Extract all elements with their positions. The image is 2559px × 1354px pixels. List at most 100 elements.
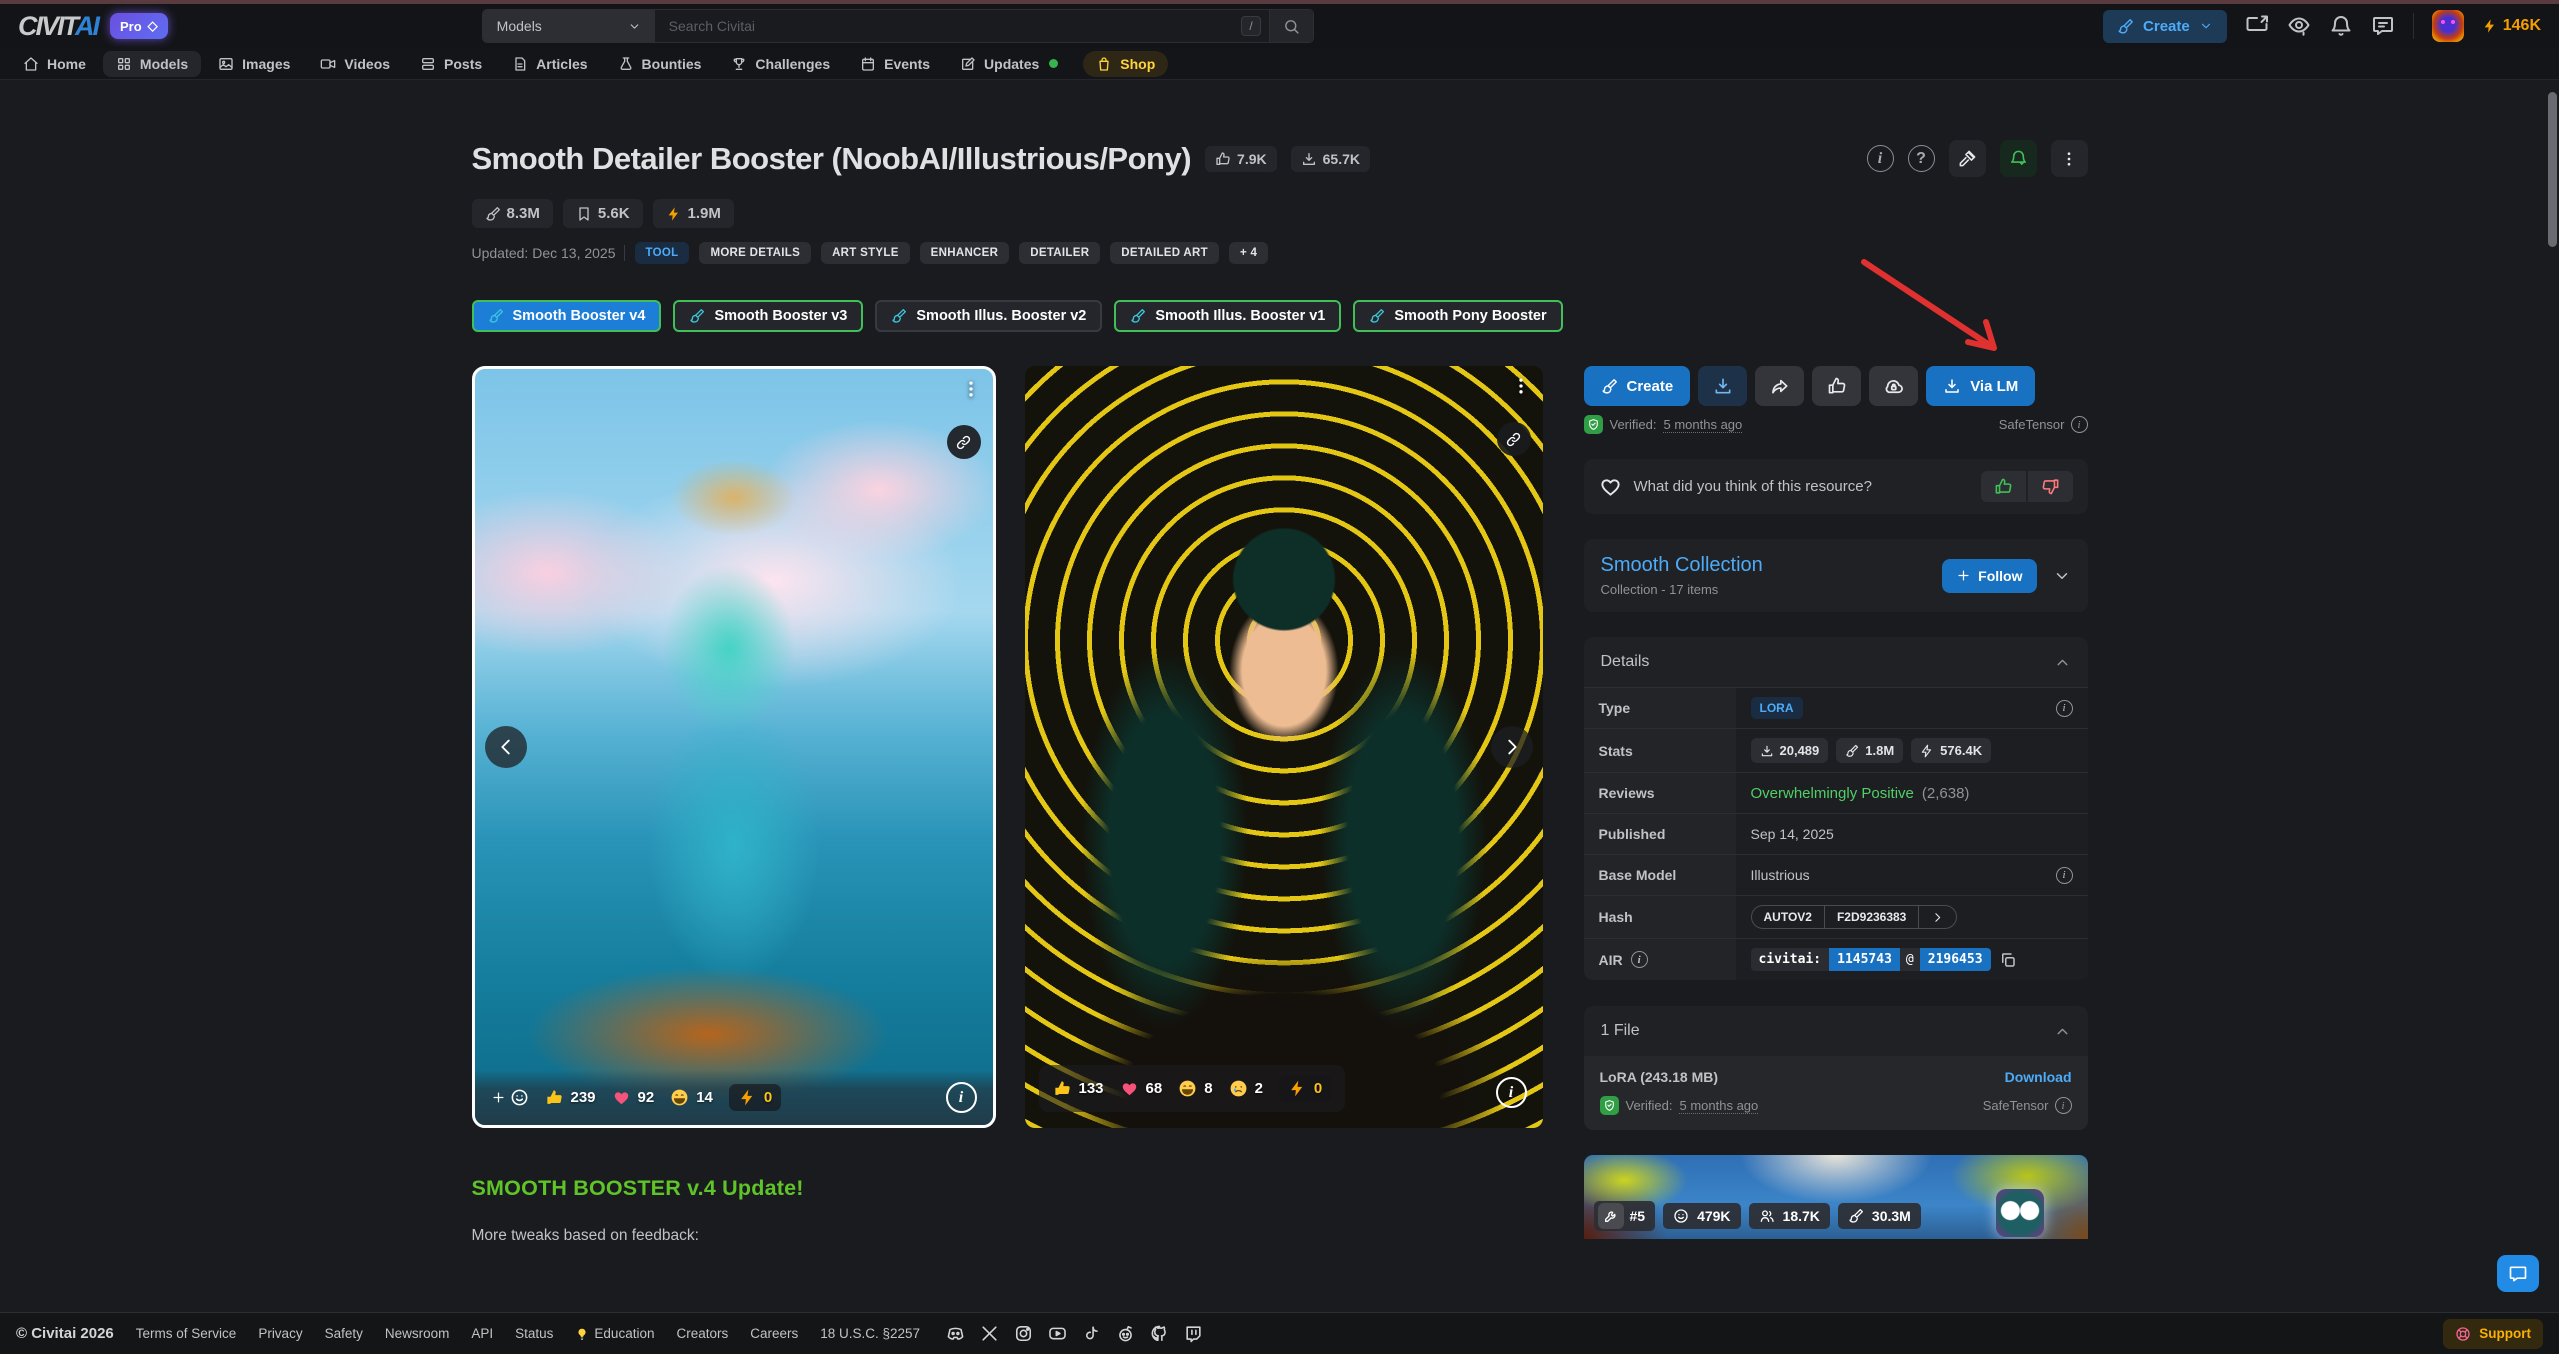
downloads-badge[interactable]: 65.7K [1291, 146, 1370, 172]
tag[interactable]: DETAILER [1019, 242, 1100, 264]
verified-time[interactable]: 5 months ago [1663, 417, 1742, 433]
base-model-info-icon[interactable]: i [2056, 867, 2073, 884]
reviews-link[interactable]: Overwhelmingly Positive [1751, 785, 1914, 802]
footer-link-2257[interactable]: 18 U.S.C. §2257 [820, 1326, 920, 1341]
version-button-pony[interactable]: Smooth Pony Booster [1353, 300, 1562, 332]
air-model-id[interactable]: 1145743 [1829, 948, 1900, 971]
nav-item-challenges[interactable]: Challenges [718, 51, 843, 77]
details-header[interactable]: Details [1584, 637, 2088, 687]
copy-air-button[interactable] [1999, 951, 2017, 969]
moderation-gavel-button[interactable] [1949, 140, 1986, 177]
gallery-prev-button[interactable] [485, 726, 527, 768]
chat-fab-button[interactable] [2497, 1255, 2539, 1292]
via-lm-button[interactable]: Via LM [1926, 366, 2035, 406]
discord-icon[interactable] [946, 1324, 965, 1343]
creator-avatar[interactable] [1996, 1189, 2044, 1237]
github-icon[interactable] [1150, 1324, 1169, 1343]
reaction-zap[interactable]: 0 [1279, 1075, 1331, 1102]
hash-expand-button[interactable] [1918, 906, 1956, 928]
tiktok-icon[interactable] [1082, 1324, 1101, 1343]
info-button[interactable]: i [1867, 145, 1894, 172]
like-button[interactable] [1812, 366, 1861, 406]
format-info-icon[interactable]: i [2055, 1097, 2072, 1114]
reaction-laugh[interactable]: 14 [670, 1088, 713, 1107]
reaction-heart[interactable]: 68 [1120, 1079, 1163, 1098]
screen-share-icon[interactable] [2245, 14, 2269, 38]
nav-item-videos[interactable]: Videos [307, 51, 403, 77]
air-info-icon[interactable]: i [1631, 951, 1648, 968]
nav-item-updates[interactable]: Updates [947, 51, 1071, 77]
civitai-logo[interactable]: CIVITAI Pro◇ [18, 11, 168, 42]
support-button[interactable]: Support [2443, 1319, 2543, 1349]
footer-link-api[interactable]: API [471, 1326, 493, 1341]
reaction-zap[interactable]: 0 [729, 1084, 781, 1111]
image-info-button[interactable]: i [946, 1082, 977, 1113]
instagram-icon[interactable] [1014, 1324, 1033, 1343]
chevron-up-icon[interactable] [2054, 654, 2071, 671]
version-button-v4[interactable]: Smooth Booster v4 [472, 300, 662, 332]
follow-button[interactable]: Follow [1942, 559, 2036, 593]
gallery-image-1[interactable]: 239 92 14 0 i [472, 366, 996, 1128]
version-button-v3[interactable]: Smooth Booster v3 [673, 300, 863, 332]
hash-pill[interactable]: AUTOV2 F2D9236383 [1751, 905, 1958, 929]
format-info-icon[interactable]: i [2071, 416, 2088, 433]
chevron-up-icon[interactable] [2054, 1023, 2071, 1040]
chevron-down-icon[interactable] [2053, 567, 2071, 585]
version-button-illus-v1[interactable]: Smooth Illus. Booster v1 [1114, 300, 1341, 332]
nav-item-events[interactable]: Events [847, 51, 943, 77]
image-link-button[interactable] [947, 425, 981, 459]
reaction-like[interactable]: 133 [1053, 1079, 1104, 1098]
footer-link-education[interactable]: Education [575, 1326, 654, 1341]
share-button[interactable] [1755, 366, 1804, 406]
header-create-button[interactable]: Create [2103, 10, 2227, 43]
reaction-like[interactable]: 239 [545, 1088, 596, 1107]
footer-link-safety[interactable]: Safety [325, 1326, 363, 1341]
search-input[interactable] [655, 10, 1242, 42]
pro-badge[interactable]: Pro◇ [110, 13, 168, 39]
image-menu-button[interactable] [1511, 376, 1531, 401]
thumbs-down-button[interactable] [2028, 471, 2073, 502]
tags-more-button[interactable]: + 4 [1229, 242, 1268, 264]
footer-link-newsroom[interactable]: Newsroom [385, 1326, 450, 1341]
collection-link[interactable]: Smooth Collection [1601, 554, 1763, 577]
more-options-button[interactable] [2051, 140, 2088, 177]
footer-link-status[interactable]: Status [515, 1326, 553, 1341]
file-download-link[interactable]: Download [2005, 1069, 2072, 1085]
bell-icon[interactable] [2329, 14, 2353, 38]
twitch-icon[interactable] [1184, 1324, 1203, 1343]
reddit-icon[interactable] [1116, 1324, 1135, 1343]
x-twitter-icon[interactable] [980, 1324, 999, 1343]
tag[interactable]: ENHANCER [920, 242, 1010, 264]
image-info-button[interactable]: i [1496, 1077, 1527, 1108]
tag[interactable]: ART STYLE [821, 242, 910, 264]
tag[interactable]: MORE DETAILS [699, 242, 811, 264]
nav-item-bounties[interactable]: Bounties [605, 51, 715, 77]
reaction-laugh[interactable]: 8 [1178, 1079, 1212, 1098]
buzz-balance[interactable]: 146K [2482, 17, 2541, 35]
scrollbar-thumb[interactable] [2548, 92, 2557, 247]
footer-link-creators[interactable]: Creators [676, 1326, 728, 1341]
youtube-icon[interactable] [1048, 1324, 1067, 1343]
reaction-heart[interactable]: 92 [612, 1088, 655, 1107]
air-version-id[interactable]: 2196453 [1920, 948, 1991, 971]
reaction-cry[interactable]: 2 [1229, 1079, 1263, 1098]
type-info-icon[interactable]: i [2056, 700, 2073, 717]
chat-icon[interactable] [2371, 14, 2395, 38]
gallery-image-2[interactable]: 133 68 8 2 0 i [1025, 366, 1543, 1128]
nav-item-home[interactable]: Home [10, 51, 99, 77]
tag-tool[interactable]: TOOL [635, 242, 690, 264]
gallery-next-button[interactable] [1491, 726, 1533, 768]
nav-item-images[interactable]: Images [205, 51, 303, 77]
tag[interactable]: DETAILED ART [1110, 242, 1219, 264]
image-link-button[interactable] [1497, 422, 1531, 456]
create-with-model-button[interactable]: Create [1584, 366, 1691, 406]
search-category-select[interactable]: Models [483, 10, 655, 42]
nav-item-posts[interactable]: Posts [407, 51, 495, 77]
download-button[interactable] [1698, 366, 1747, 406]
browsing-level-eye-icon[interactable] [2287, 14, 2311, 38]
creator-card[interactable]: #5 479K 18.7K 30.3M [1584, 1155, 2088, 1239]
type-badge[interactable]: LORA [1751, 697, 1803, 719]
add-reaction-button[interactable] [491, 1088, 529, 1107]
nav-item-models[interactable]: Models [103, 51, 201, 77]
user-avatar[interactable] [2432, 10, 2464, 42]
